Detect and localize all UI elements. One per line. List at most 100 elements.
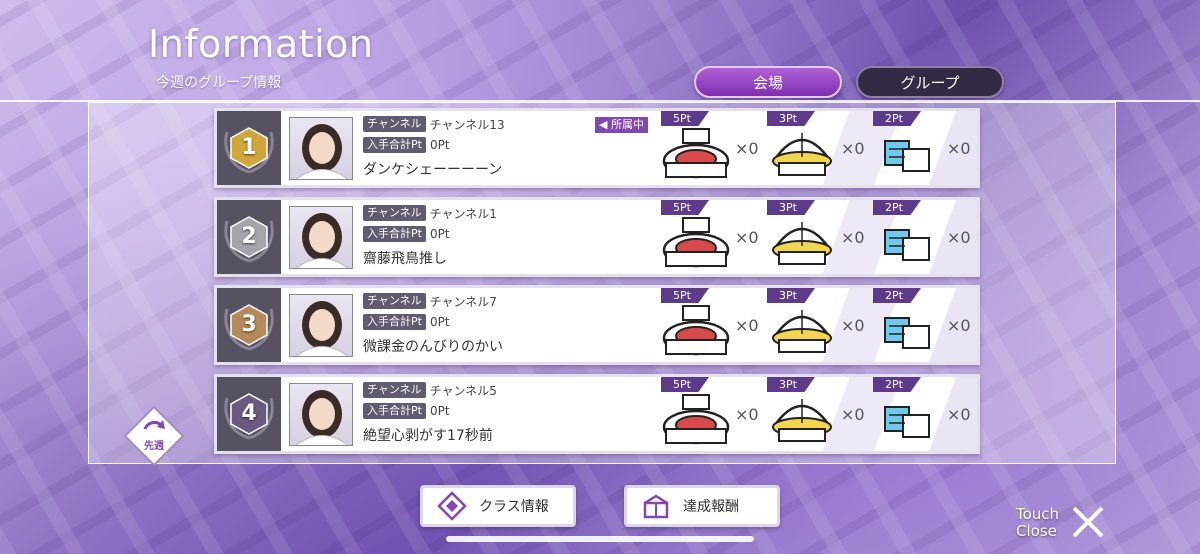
rank-badge: 2 (217, 200, 281, 274)
venue-slot: 2Pt ×0 (873, 377, 977, 451)
venue-points-badge: 5Pt (661, 288, 709, 303)
points-line: 入手合計Pt 0Pt (363, 226, 450, 242)
venue-count: ×0 (735, 405, 759, 424)
hall-icon (884, 406, 930, 438)
previous-week-button[interactable]: 先週 (123, 405, 185, 467)
member-portrait-icon (295, 301, 349, 356)
group-name: 絶望心剥がす17秒前 (363, 428, 493, 444)
dome-icon (772, 222, 832, 265)
group-name: 齋藤飛鳥推し (363, 251, 447, 267)
venue-slot: 5Pt ×0 (661, 377, 765, 451)
page-subtitle: 今週のグループ情報 (156, 75, 282, 91)
venue-points-badge: 3Pt (767, 288, 815, 303)
venue-points-badge: 3Pt (767, 111, 815, 126)
points-value: 0Pt (429, 404, 450, 418)
venue-count: ×0 (735, 228, 759, 247)
venue-counts: 5Pt ×0 3Pt ×0 2Pt ×0 (661, 200, 977, 274)
dome-icon (772, 310, 832, 353)
rank-number: 3 (241, 312, 257, 337)
venue-count: ×0 (841, 228, 865, 247)
channel-line: チャンネル チャンネル13 (363, 116, 505, 132)
ranking-row[interactable]: 2 チャンネル チャンネル1 入手合計Pt 0Pt 齋藤飛鳥推し 5Pt ×0 … (214, 197, 980, 277)
venue-points-badge: 5Pt (661, 200, 709, 215)
rewards-button[interactable]: 達成報酬 (624, 485, 780, 527)
previous-week-label: 先週 (144, 441, 164, 452)
hall-icon (884, 229, 930, 261)
ranking-row[interactable]: 4 チャンネル チャンネル5 入手合計Pt 0Pt 絶望心剥がす17秒前 5Pt… (214, 374, 980, 454)
venue-count: ×0 (735, 139, 759, 158)
channel-value: チャンネル5 (429, 383, 497, 398)
stadium-icon (662, 305, 730, 356)
venue-count: ×0 (947, 316, 971, 335)
rewards-label: 達成報酬 (683, 499, 739, 515)
venue-count: ×0 (841, 405, 865, 424)
venue-counts: 5Pt ×0 3Pt ×0 2Pt ×0 (661, 288, 977, 362)
class-info-button[interactable]: クラス情報 (420, 485, 576, 527)
venue-counts: 5Pt ×0 3Pt ×0 2Pt ×0 (661, 111, 977, 185)
venue-count: ×0 (947, 228, 971, 247)
member-portrait-icon (295, 124, 349, 179)
venue-count: ×0 (841, 316, 865, 335)
points-tag: 入手合計Pt (363, 403, 426, 419)
hall-icon (884, 317, 930, 349)
channel-tag: チャンネル (363, 382, 426, 398)
close-line-1: Touch (1016, 505, 1060, 523)
venue-slot: 3Pt ×0 (767, 288, 871, 362)
belonging-badge: ◀ 所属中 (595, 117, 648, 133)
rank-badge: 4 (217, 377, 281, 451)
refresh-icon (123, 405, 185, 467)
member-portrait-icon (295, 213, 349, 268)
points-tag: 入手合計Pt (363, 226, 426, 242)
venue-points-badge: 3Pt (767, 200, 815, 215)
points-value: 0Pt (429, 227, 450, 241)
points-line: 入手合計Pt 0Pt (363, 137, 450, 153)
venue-slot: 5Pt ×0 (661, 288, 765, 362)
ranking-row[interactable]: 1 チャンネル チャンネル13 入手合計Pt 0Pt ダンケシェーーーーン ◀ … (214, 108, 980, 188)
venue-points-badge: 2Pt (873, 111, 921, 126)
points-value: 0Pt (429, 138, 450, 152)
reward-box-icon (643, 494, 669, 519)
class-info-icon (437, 491, 467, 521)
points-line: 入手合計Pt 0Pt (363, 314, 450, 330)
hall-icon (884, 140, 930, 172)
member-avatar (289, 294, 353, 357)
venue-slot: 5Pt ×0 (661, 200, 765, 274)
tab-venue[interactable]: 会場 (694, 66, 842, 98)
channel-value: チャンネル7 (429, 294, 497, 309)
venue-count: ×0 (841, 139, 865, 158)
group-name: ダンケシェーーーーン (363, 162, 503, 178)
rank-number: 1 (241, 135, 257, 160)
member-portrait-icon (295, 390, 349, 445)
channel-tag: チャンネル (363, 205, 426, 221)
venue-points-badge: 5Pt (661, 377, 709, 392)
ranking-row[interactable]: 3 チャンネル チャンネル7 入手合計Pt 0Pt 微課金のんびりのかい 5Pt… (214, 285, 980, 365)
stadium-icon (662, 128, 730, 179)
points-line: 入手合計Pt 0Pt (363, 403, 450, 419)
venue-slot: 2Pt ×0 (873, 288, 977, 362)
venue-slot: 5Pt ×0 (661, 111, 765, 185)
dome-icon (772, 133, 832, 176)
channel-value: チャンネル1 (429, 206, 497, 221)
rank-badge: 1 (217, 111, 281, 185)
rank-number: 4 (241, 401, 257, 426)
rank-number: 2 (241, 224, 257, 249)
tab-group[interactable]: グループ (856, 66, 1004, 98)
rank-badge: 3 (217, 288, 281, 362)
home-indicator (446, 536, 754, 542)
venue-count: ×0 (947, 405, 971, 424)
stadium-icon (662, 217, 730, 268)
points-tag: 入手合計Pt (363, 137, 426, 153)
venue-slot: 3Pt ×0 (767, 111, 871, 185)
venue-slot: 2Pt ×0 (873, 200, 977, 274)
venue-slot: 3Pt ×0 (767, 200, 871, 274)
venue-points-badge: 2Pt (873, 200, 921, 215)
channel-line: チャンネル チャンネル7 (363, 293, 497, 309)
dome-icon (772, 399, 832, 442)
member-avatar (289, 383, 353, 446)
channel-tag: チャンネル (363, 116, 426, 132)
close-line-2: Close (1016, 522, 1057, 540)
touch-close-text[interactable]: Touch Close (1016, 506, 1059, 540)
group-name: 微課金のんびりのかい (363, 339, 503, 355)
points-value: 0Pt (429, 315, 450, 329)
close-icon[interactable] (1068, 502, 1108, 542)
